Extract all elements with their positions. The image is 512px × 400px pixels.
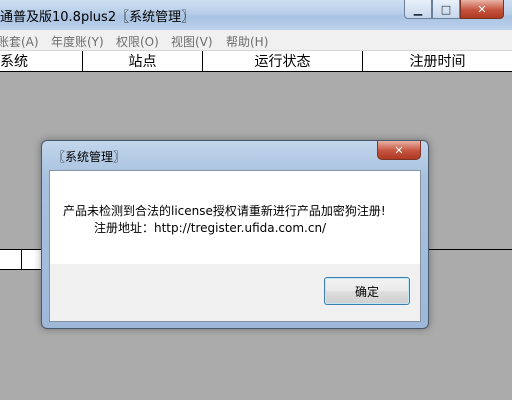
menu-item-view[interactable]: 视图(V)	[171, 33, 213, 50]
column-label-register-time: 注册时间	[409, 54, 466, 70]
grid-cell-separator	[21, 250, 22, 269]
main-title-bar: 通普及版10.8plus2〖系统管理〗 ▁ □ ✕	[0, 0, 512, 31]
close-icon: ✕	[477, 2, 487, 16]
ok-button-label: 确定	[354, 284, 379, 299]
column-header-system[interactable]: 系统	[0, 51, 83, 71]
column-header-status[interactable]: 运行状态	[203, 51, 363, 71]
dialog-message-license: 产品未检测到合法的license授权请重新进行产品加密狗注册!	[63, 204, 386, 218]
column-header-row: 系统 站点 运行状态 注册时间	[0, 51, 512, 72]
maximize-button[interactable]: □	[432, 0, 460, 19]
minimize-button[interactable]: ▁	[404, 0, 432, 19]
maximize-icon: □	[440, 2, 452, 16]
ok-button[interactable]: 确定	[324, 277, 410, 305]
grid-cell-stub	[0, 250, 42, 270]
menu-item-permissions[interactable]: 权限(O)	[116, 33, 159, 50]
caption-buttons: ▁ □ ✕	[404, 0, 504, 20]
menu-item-annual-account[interactable]: 年度账(Y)	[51, 33, 104, 50]
column-label-system: 系统	[0, 54, 28, 70]
column-header-site[interactable]: 站点	[83, 51, 203, 71]
column-label-status: 运行状态	[254, 54, 311, 70]
system-management-dialog: 〖系统管理〗 ✕ 产品未检测到合法的license授权请重新进行产品加密狗注册!…	[41, 140, 429, 329]
menu-item-help[interactable]: 帮助(H)	[226, 33, 268, 50]
menu-bar: 账套(A) 年度账(Y) 权限(O) 视图(V) 帮助(H)	[0, 30, 512, 51]
column-header-register-time[interactable]: 注册时间	[363, 51, 512, 71]
dialog-message-area: 产品未检测到合法的license授权请重新进行产品加密狗注册! 注册地址：htt…	[50, 171, 420, 264]
menu-item-account-set[interactable]: 账套(A)	[0, 33, 39, 50]
window-title: 通普及版10.8plus2〖系统管理〗	[0, 10, 195, 25]
minimize-icon: ▁	[413, 2, 423, 16]
column-label-site: 站点	[128, 54, 157, 70]
dialog-message-register-url: 注册地址：http://tregister.ufida.com.cn/	[94, 221, 327, 235]
close-icon: ✕	[394, 143, 404, 157]
dialog-close-button[interactable]: ✕	[377, 141, 421, 160]
dialog-body: 产品未检测到合法的license授权请重新进行产品加密狗注册! 注册地址：htt…	[49, 170, 421, 322]
dialog-title: 〖系统管理〗	[53, 150, 126, 164]
close-button[interactable]: ✕	[460, 0, 504, 19]
